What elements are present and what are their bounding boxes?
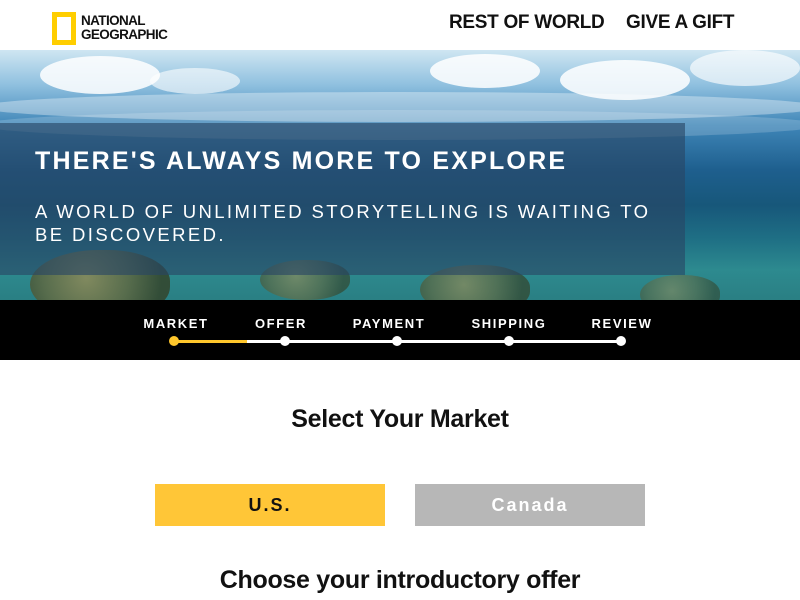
step-review-dot — [616, 336, 626, 346]
sea-turtle-shape — [640, 275, 720, 300]
cloud-shape — [430, 54, 540, 88]
hero-banner: THERE'S ALWAYS MORE TO EXPLORE A WORLD O… — [0, 50, 800, 300]
select-market-heading: Select Your Market — [291, 405, 509, 433]
yellow-border-icon — [52, 11, 76, 45]
step-market-label[interactable]: MARKET — [143, 316, 208, 331]
nav-give-a-gift-link[interactable]: GIVE A GIFT — [626, 12, 735, 34]
market-canada-button[interactable]: Canada — [415, 484, 645, 526]
national-geographic-logo[interactable]: NATIONAL GEOGRAPHIC — [52, 11, 168, 45]
site-header: NATIONAL GEOGRAPHIC REST OF WORLD GIVE A… — [0, 0, 800, 50]
step-offer-label[interactable]: OFFER — [255, 316, 307, 331]
checkout-progress-bar: MARKET OFFER PAYMENT SHIPPING REVIEW — [0, 300, 800, 360]
step-offer-dot — [280, 336, 290, 346]
step-market-dot — [169, 336, 179, 346]
step-payment-label[interactable]: PAYMENT — [353, 316, 426, 331]
logo-line-1: NATIONAL — [81, 13, 146, 28]
hero-title: THERE'S ALWAYS MORE TO EXPLORE — [35, 147, 568, 175]
hero-subtitle: A WORLD OF UNLIMITED STORYTELLING IS WAI… — [35, 201, 651, 245]
cloud-shape — [150, 68, 240, 94]
cloud-shape — [40, 56, 160, 94]
step-shipping-dot — [504, 336, 514, 346]
step-review-label[interactable]: REVIEW — [592, 316, 653, 331]
introductory-offer-heading: Choose your introductory offer — [219, 566, 581, 594]
logo-line-2: GEOGRAPHIC — [81, 27, 168, 42]
market-us-button[interactable]: U.S. — [155, 484, 385, 526]
cloud-shape — [690, 50, 800, 86]
step-payment-dot — [392, 336, 402, 346]
hero-text-panel — [0, 123, 685, 275]
logo-wordmark: NATIONAL GEOGRAPHIC — [81, 13, 168, 42]
step-shipping-label[interactable]: SHIPPING — [472, 316, 547, 331]
nav-rest-of-world-link[interactable]: REST OF WORLD — [449, 12, 605, 34]
progress-track-complete — [174, 340, 247, 343]
